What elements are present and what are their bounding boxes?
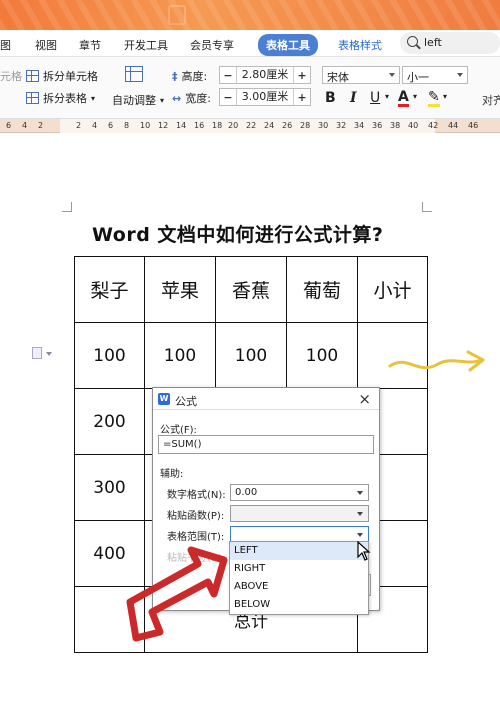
search-icon [407,36,418,47]
title-bar-pattern [0,0,500,30]
tab-table-tools[interactable]: 表格工具 [258,34,318,56]
document-title: Word 文档中如何进行公式计算? [92,224,384,246]
page-corner-mark [422,202,432,212]
paste-function-label: 粘贴函数(P): [167,511,225,522]
chevron-down-icon: ▾ [160,95,165,105]
height-label: ‡ 高度: [172,69,208,84]
number-format-label: 数字格式(N): [167,490,226,501]
chevron-down-icon: ▾ [443,92,448,101]
search-input[interactable]: left [400,32,500,54]
font-size-select[interactable]: 小一 [402,66,468,84]
red-annotation-arrow-icon [126,546,228,642]
chevron-down-icon [357,533,363,537]
split-table-icon [26,92,39,104]
title-bar [0,0,500,30]
highlight-icon[interactable]: ✎ [428,90,440,107]
bold-button[interactable]: B [325,90,336,106]
menu-item-member[interactable]: 会员专享 [190,37,234,53]
search-value: left [424,36,442,49]
chevron-down-icon: ▾ [413,92,418,101]
font-name-value: 宋体 [327,71,349,84]
option-above[interactable]: ABOVE [230,578,368,596]
width-value[interactable]: 3.00厘米 [236,89,294,105]
number-format-value: 0.00 [235,487,258,498]
menu-item-section[interactable]: 章节 [79,37,101,53]
table-row: 100 100 100 100 [74,322,428,389]
chevron-down-icon [457,73,463,77]
auto-adjust-icon [125,66,143,82]
formula-input[interactable]: =SUM() [158,435,374,454]
align-label[interactable]: 对齐 [482,92,500,108]
wps-writer-icon: W [158,393,170,405]
table-cell[interactable]: 100 [74,322,145,389]
table-cell[interactable]: 100 [286,322,358,389]
toolbar-partial-label: 元格 [0,70,22,83]
table-cell[interactable]: 200 [74,388,145,455]
formula-label: 公式(F): [160,425,197,436]
table-cell[interactable]: 梨子 [74,256,145,323]
ribbon-toolbar: 元格 拆分单元格 拆分表格 ▾ 自动调整 ▾ ‡ 高度: − 2.80厘米 + … [0,57,500,119]
dialog-title: 公式 [175,395,197,408]
number-format-select[interactable]: 0.00 [230,484,369,501]
mouse-cursor-icon [357,541,371,561]
table-cell[interactable]: 小计 [357,256,428,323]
width-increase-button[interactable]: + [294,91,310,104]
table-cell[interactable]: 100 [144,322,216,389]
height-increase-button[interactable]: + [294,69,310,82]
table-cell[interactable]: 香蕉 [215,256,287,323]
assist-label: 辅助: [160,469,184,480]
close-icon[interactable]: × [358,390,371,408]
chevron-down-icon [357,512,363,516]
font-size-value: 小一 [407,71,429,84]
horizontal-ruler: 6 4 2 2 4 6 8 10 12 14 16 18 20 22 24 26… [0,119,500,133]
table-cell[interactable]: 300 [74,454,145,521]
width-stepper[interactable]: − 3.00厘米 + [219,88,311,106]
height-decrease-button[interactable]: − [220,69,236,82]
underline-button[interactable]: U [370,90,380,106]
auto-adjust-button[interactable]: 自动调整 ▾ [112,92,164,108]
italic-button[interactable]: I [350,90,357,106]
menu-item-view[interactable]: 视图 [35,37,57,53]
table-cell[interactable]: 葡萄 [286,256,358,323]
width-label: ↔ 宽度: [172,91,211,106]
height-icon: ‡ [172,69,178,83]
annotation-arrow-icon [388,350,485,372]
width-decrease-button[interactable]: − [220,91,236,104]
paste-function-select[interactable] [230,505,369,522]
dialog-title-bar: W 公式 × [153,388,379,410]
split-table-label: 拆分表格 [43,92,87,105]
font-color-button[interactable]: A [398,90,409,107]
option-below[interactable]: BELOW [230,596,368,614]
auto-adjust-label: 自动调整 [112,94,156,107]
table-range-dropdown: LEFT RIGHT ABOVE BELOW [229,541,369,615]
option-right[interactable]: RIGHT [230,560,368,578]
font-name-select[interactable]: 宋体 [322,66,400,84]
split-cell-button[interactable]: 拆分单元格 [26,68,98,84]
height-stepper[interactable]: − 2.80厘米 + [219,66,311,84]
table-row: 梨子 苹果 香蕉 葡萄 小计 [74,256,428,323]
split-cell-label: 拆分单元格 [43,70,98,83]
tab-table-style[interactable]: 表格样式 [338,37,382,53]
chevron-down-icon: ▾ [91,93,96,103]
page-corner-mark [62,202,72,212]
width-icon: ↔ [172,91,182,105]
option-left[interactable]: LEFT [230,542,368,560]
split-cell-icon [26,70,39,82]
table-cell[interactable]: 100 [215,322,287,389]
chevron-down-icon: ▾ [385,92,390,101]
split-table-button[interactable]: 拆分表格 ▾ [26,90,95,106]
menu-item-partial[interactable]: 图 [0,37,11,53]
table-cell[interactable]: 苹果 [144,256,216,323]
chevron-down-icon [46,352,52,356]
chevron-down-icon [357,491,363,495]
document-icon [168,5,186,25]
menu-item-developer[interactable]: 开发工具 [124,37,168,53]
paragraph-icon[interactable] [32,347,42,359]
chevron-down-icon [389,73,395,77]
height-value[interactable]: 2.80厘米 [236,67,294,83]
